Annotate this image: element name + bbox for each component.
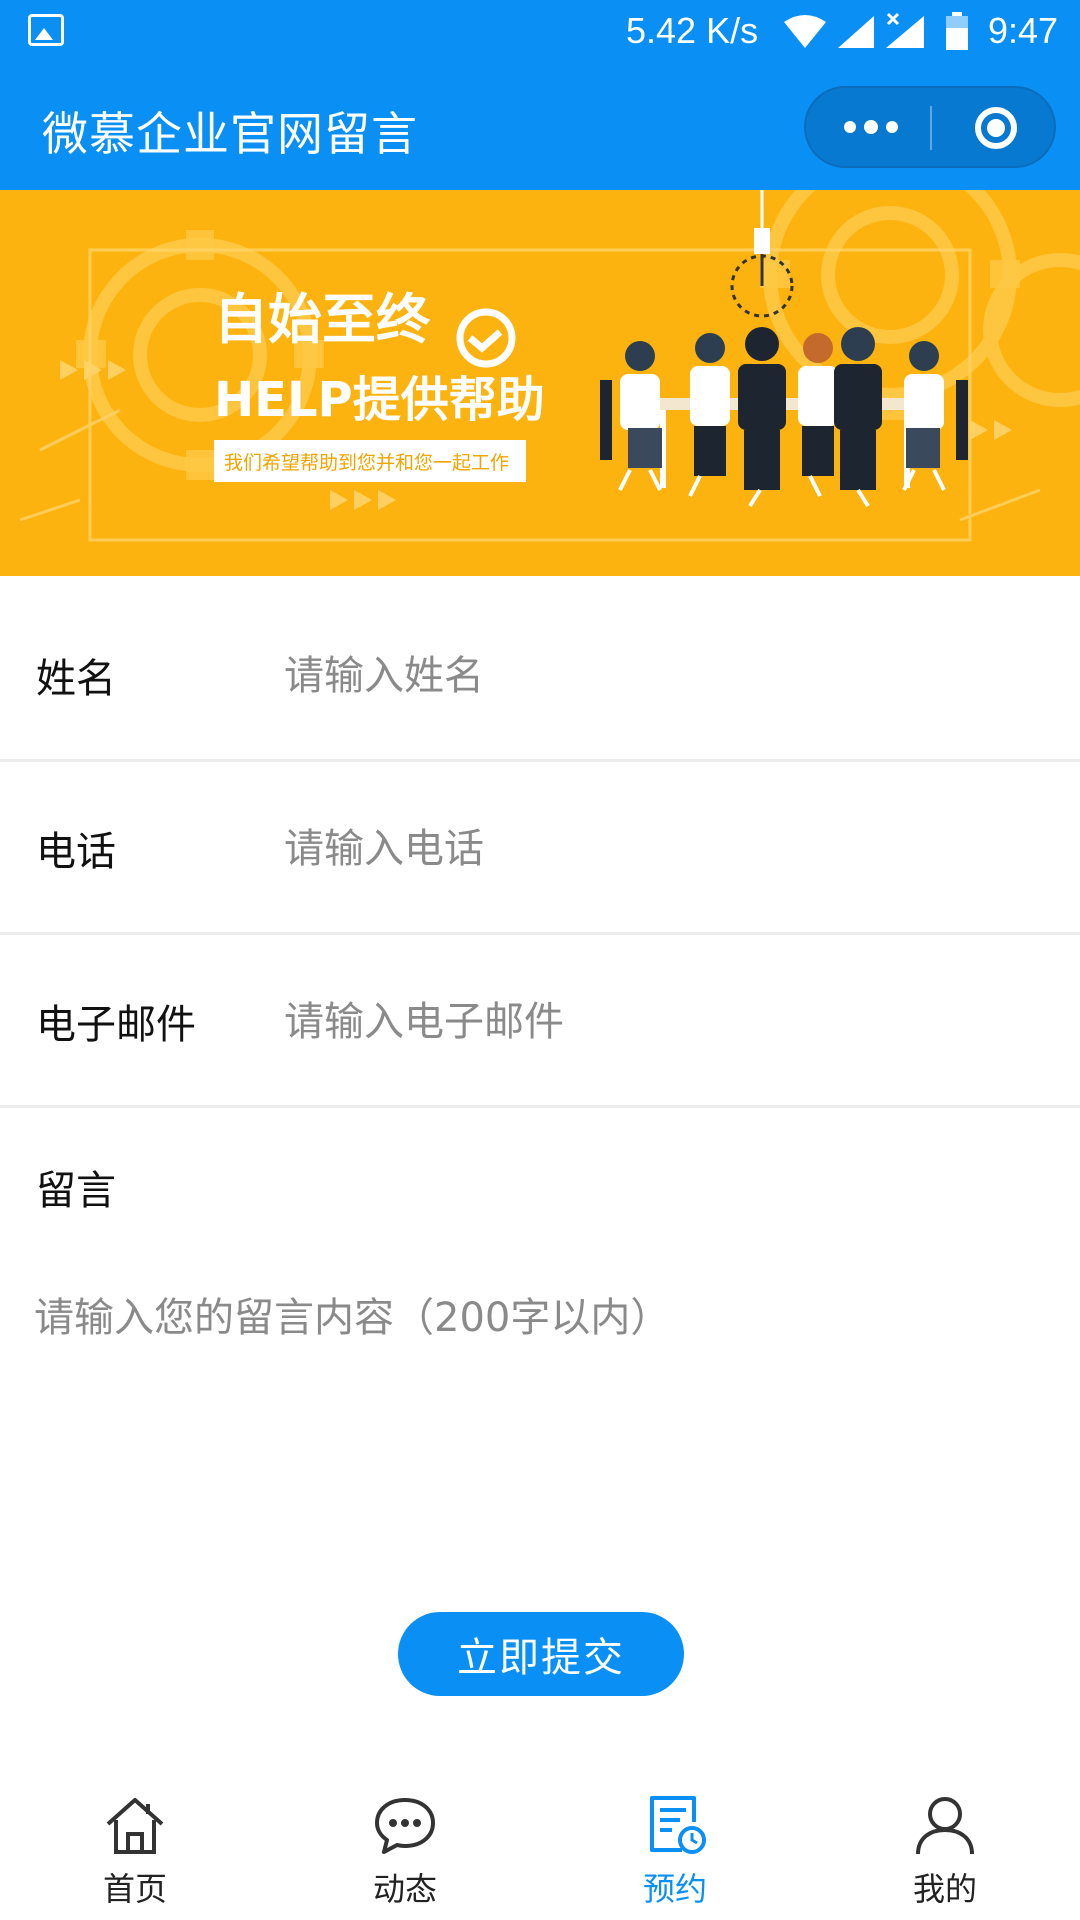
mini-program-capsule [804,86,1056,168]
network-speed: 5.42 K/s [626,10,759,51]
wifi-icon [784,15,826,48]
gallery-icon [28,14,64,46]
phone-input[interactable] [284,803,1024,895]
name-input[interactable] [284,630,1024,722]
banner-heading: 自始至终 [214,288,431,351]
submit-button[interactable]: 立即提交 [398,1612,684,1696]
status-bar: 5.42 K/s 9:47 [0,0,1080,64]
page-title: 微慕企业官网留言 [42,107,418,161]
tab-appointment[interactable]: 预约 [540,1778,810,1920]
tab-label: 首页 [102,1870,167,1908]
phone-label: 电话 [36,829,116,875]
message-textarea[interactable] [34,1290,1044,1520]
email-label: 电子邮件 [36,1002,196,1048]
name-row: 姓名 [0,590,1080,762]
capsule-divider [930,106,932,150]
email-row: 电子邮件 [0,936,1080,1108]
tab-bar: 首页 动态 预约 我的 [0,1778,1080,1920]
banner-tagline: 我们希望帮助到您并和您一起工作 [224,452,509,474]
appointment-calendar-icon [650,1796,706,1854]
tab-label: 预约 [642,1870,707,1908]
tab-label: 动态 [372,1870,437,1908]
tab-label: 我的 [912,1870,977,1908]
more-icon[interactable] [806,88,930,166]
handshake-icon [456,308,516,368]
banner-subheading: HELP提供帮助 [214,372,545,428]
clock: 9:47 [988,10,1059,51]
signal-off-icon [886,12,924,48]
tab-profile[interactable]: 我的 [810,1778,1080,1920]
close-mini-program-icon[interactable] [934,88,1054,166]
banner-illustration: 自始至终 HELP提供帮助 我们希望帮助到您并和您一起工作 [19,190,1080,542]
email-input[interactable] [284,976,1024,1068]
chat-bubble-icon [375,1798,435,1854]
banner: 自始至终 HELP提供帮助 我们希望帮助到您并和您一起工作 [0,190,1080,576]
message-label: 留言 [36,1168,116,1214]
home-icon [106,1798,164,1854]
phone-row: 电话 [0,763,1080,935]
signal-icon [838,16,874,48]
name-label: 姓名 [36,656,116,702]
battery-icon [946,12,968,50]
tab-news[interactable]: 动态 [270,1778,540,1920]
tab-home[interactable]: 首页 [0,1778,270,1920]
user-icon [916,1797,974,1855]
title-bar: 微慕企业官网留言 [0,64,1080,190]
meeting-illustration [600,327,968,508]
